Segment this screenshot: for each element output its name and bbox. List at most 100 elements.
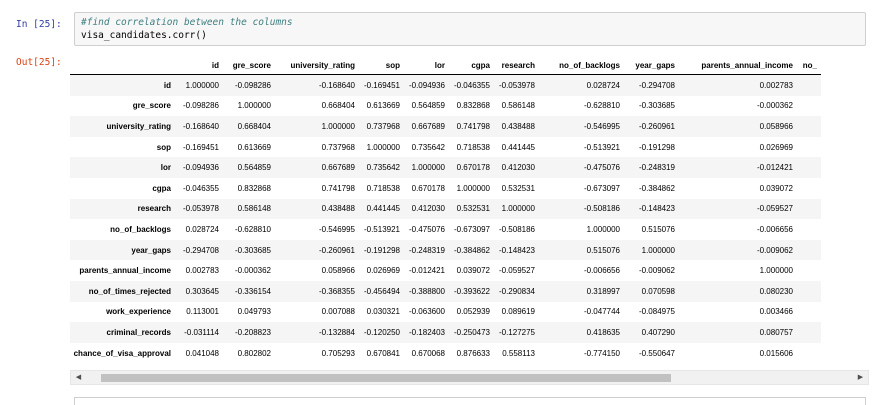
table-cell: 0.407290 (641, 327, 675, 337)
scrollbar-thumb[interactable] (101, 374, 671, 382)
table-cell: 1.000000 (586, 224, 620, 234)
table-cell: -0.169451 (182, 142, 219, 152)
table-cell: 0.515076 (641, 224, 675, 234)
column-header: lor (404, 57, 449, 75)
table-cell: 0.876633 (456, 348, 490, 358)
table-cell: 0.030321 (366, 307, 400, 317)
table-cell: -0.006656 (583, 266, 620, 276)
table-cell: -0.673097 (453, 224, 490, 234)
table-cell: 0.613669 (237, 142, 271, 152)
row-label: year_gaps (131, 245, 171, 255)
table-row: research -0.053978 0.586148 0.438488 0.44144… (70, 198, 821, 220)
table-cell: -0.098286 (182, 101, 219, 111)
table-cell: -0.191298 (638, 142, 675, 152)
row-label: lor (160, 163, 171, 173)
column-header: gre_score (223, 57, 275, 75)
table-cell: -0.094936 (408, 80, 445, 90)
table-cell: 0.418635 (586, 327, 620, 337)
table-cell: -0.336154 (234, 286, 271, 296)
table-cell: 0.080230 (759, 286, 793, 296)
table-row: cgpa -0.046355 0.832868 0.741798 0.718538 0.6… (70, 177, 821, 199)
table-cell: -0.384862 (453, 245, 490, 255)
table-cell: 0.668404 (237, 121, 271, 131)
input-prompt: In [25]: (16, 19, 62, 30)
index-header (70, 57, 175, 75)
table-cell: -0.388800 (408, 286, 445, 296)
table-cell: 1.000000 (641, 245, 675, 255)
table-cell: 0.668404 (321, 101, 355, 111)
table-cell: -0.673097 (583, 183, 620, 193)
table-cell: 0.667689 (321, 163, 355, 173)
next-cell[interactable] (74, 397, 866, 405)
table-row: gre_score -0.098286 1.000000 0.668404 0.6136… (70, 95, 821, 117)
table-cell (797, 75, 821, 96)
table-cell: -0.053978 (182, 204, 219, 214)
table-cell: -0.006656 (756, 224, 793, 234)
column-header: sop (359, 57, 404, 75)
table-cell: -0.127275 (498, 327, 535, 337)
table-cell: -0.513921 (583, 142, 620, 152)
table-cell: -0.047744 (583, 307, 620, 317)
code-line: visa_candidates.corr() (81, 30, 207, 41)
table-cell: -0.063600 (408, 307, 445, 317)
column-header: cgpa (449, 57, 494, 75)
table-cell: 0.670178 (411, 183, 445, 193)
table-cell: -0.012421 (408, 266, 445, 276)
table-cell: -0.191298 (363, 245, 400, 255)
table-cell: -0.475076 (408, 224, 445, 234)
table-cell: -0.169451 (363, 80, 400, 90)
table-cell: 0.586148 (237, 204, 271, 214)
table-cell: 1.000000 (366, 142, 400, 152)
table-cell: -0.000362 (756, 101, 793, 111)
table-cell: 0.015606 (759, 348, 793, 358)
table-cell: -0.294708 (182, 245, 219, 255)
table-cell: 0.028724 (185, 224, 219, 234)
table-cell: 0.303645 (185, 286, 219, 296)
table-cell: 0.564859 (411, 101, 445, 111)
table-cell: 0.667689 (411, 121, 445, 131)
row-label: cgpa (152, 183, 171, 193)
table-row: chance_of_visa_approval 0.041048 0.802802 0… (70, 342, 821, 364)
table-cell: -0.260961 (318, 245, 355, 255)
table-cell: -0.250473 (453, 327, 490, 337)
table-cell: -0.012421 (756, 163, 793, 173)
table-cell: -0.084975 (638, 307, 675, 317)
table-cell (797, 322, 821, 343)
table-cell: -0.546995 (583, 121, 620, 131)
row-label: id (163, 80, 171, 90)
row-label: research (137, 204, 171, 214)
table-cell: 0.318997 (586, 286, 620, 296)
table-cell: -0.208823 (234, 327, 271, 337)
table-cell: 0.586148 (501, 101, 535, 111)
table-cell: 0.718538 (366, 183, 400, 193)
code-comment: #find correlation between the columns (81, 17, 293, 28)
table-cell: 0.052939 (456, 307, 490, 317)
table-cell: 0.089619 (501, 307, 535, 317)
column-header: id (175, 57, 223, 75)
table-row: criminal_records -0.031114 -0.208823 -0.132… (70, 322, 821, 343)
table-cell: 1.000000 (185, 80, 219, 90)
table-cell (797, 281, 821, 302)
table-cell: 0.058966 (759, 121, 793, 131)
table-cell: -0.290834 (498, 286, 535, 296)
table-cell (797, 219, 821, 240)
table-cell: 0.741798 (321, 183, 355, 193)
scroll-left-icon[interactable]: ◀ (71, 371, 86, 384)
column-header: research (494, 57, 539, 75)
table-row: sop -0.169451 0.613669 0.737968 1.000000 0.73… (70, 136, 821, 158)
table-cell: -0.009062 (756, 245, 793, 255)
output-area: id gre_score university_rating sop lor cgpa re… (70, 57, 869, 368)
table-row: year_gaps -0.294708 -0.303685 -0.260961 -0.1… (70, 239, 821, 261)
table-cell: -0.059527 (498, 266, 535, 276)
scroll-right-icon[interactable]: ▶ (853, 371, 868, 384)
code-cell-editor[interactable]: #find correlation between the columns vi… (74, 12, 866, 46)
table-cell: 0.705293 (321, 348, 355, 358)
table-cell (797, 137, 821, 158)
table-cell: 0.070598 (641, 286, 675, 296)
table-cell (797, 116, 821, 137)
correlation-table: id gre_score university_rating sop lor cgpa re… (70, 57, 821, 364)
table-cell: -0.550647 (638, 348, 675, 358)
horizontal-scrollbar[interactable]: ◀ ▶ (70, 370, 869, 385)
table-cell: 0.558113 (502, 348, 535, 358)
table-cell: 0.113001 (186, 307, 219, 317)
